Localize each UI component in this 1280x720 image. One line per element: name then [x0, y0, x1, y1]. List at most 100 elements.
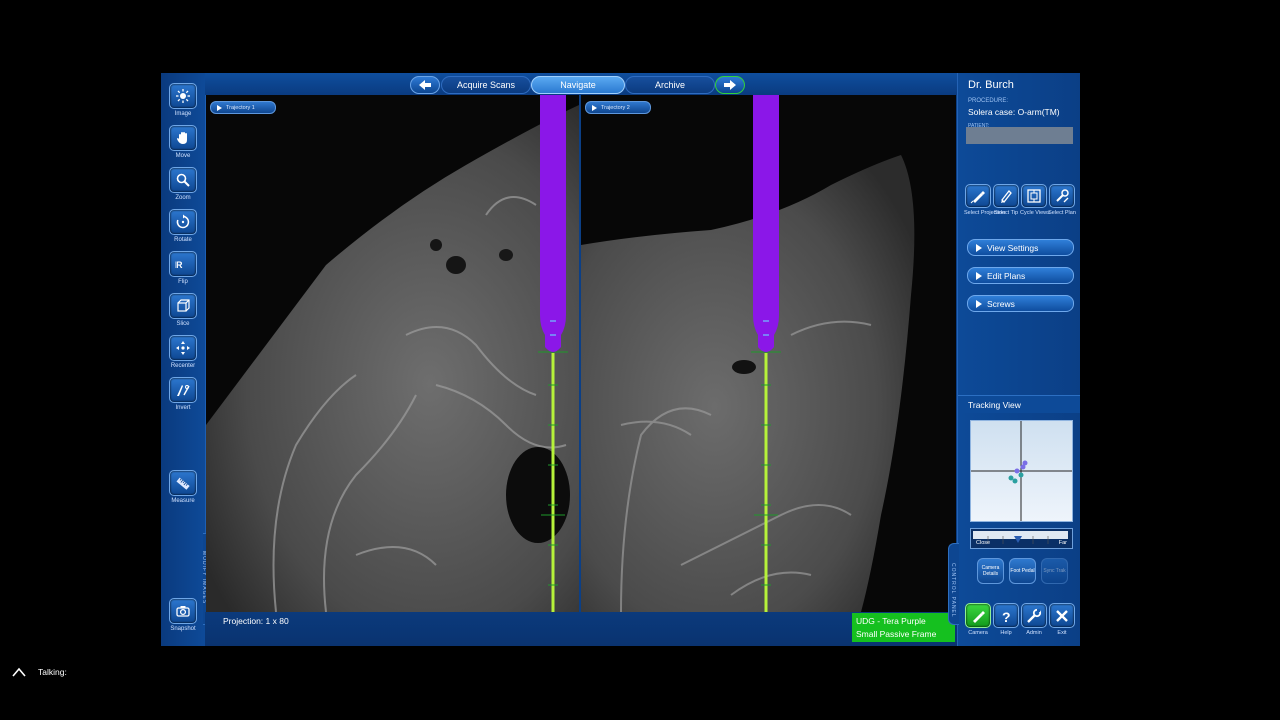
tab-navigate[interactable]: Navigate — [531, 76, 625, 94]
tool-image-label: Image — [174, 111, 192, 117]
tracker-frame: Small Passive Frame — [856, 629, 937, 639]
sun-icon — [176, 89, 190, 103]
tool-snapshot[interactable]: Snapshot — [165, 598, 201, 632]
invert-icon — [177, 385, 190, 396]
trajectory-2-button[interactable]: Trajectory 2 — [585, 101, 651, 114]
status-bar: Projection: 1 x 80 UDG - Tera Purple Sma… — [205, 612, 957, 646]
exit-label: Exit — [1057, 630, 1067, 636]
tool-flip-label: Flip — [178, 279, 188, 285]
arrow-left-icon — [419, 80, 431, 90]
cycle-views-tool[interactable]: Cycle Views — [1020, 184, 1050, 217]
edit-plans-button[interactable]: Edit Plans — [967, 267, 1074, 284]
top-navigation: Acquire Scans Navigate Archive — [205, 73, 957, 95]
procedure-value: Solera case: O-arm(TM) — [968, 107, 1060, 117]
doctor-name: Dr. Burch — [968, 79, 1014, 91]
sync-trak-button: Sync Trak — [1041, 558, 1068, 584]
tab-acquire-scans[interactable]: Acquire Scans — [441, 76, 531, 94]
wrench-icon — [1027, 608, 1042, 623]
help-icon: ? — [1002, 609, 1011, 624]
camera-probe-icon — [973, 610, 985, 623]
tracking-crosshair — [971, 421, 1072, 521]
distance-far-label: Far — [1058, 540, 1067, 546]
foot-pedal-button[interactable]: Foot Pedal — [1009, 558, 1036, 584]
rotate-icon — [176, 214, 190, 229]
svg-text:R: R — [176, 260, 183, 270]
tracking-view — [970, 420, 1073, 522]
svg-text:R: R — [175, 260, 176, 270]
control-panel: CONTROL PANEL Dr. Burch PROCEDURE: Soler… — [948, 73, 1080, 646]
pen-icon — [970, 191, 985, 204]
left-toolbar: Image Move Zoom Rotate RR Flip Slice Rec… — [161, 73, 206, 646]
svg-text:?: ? — [1002, 609, 1011, 624]
tracker-name: UDG - Tera Purple — [856, 616, 926, 626]
ct-scan-image-2 — [581, 95, 915, 612]
control-panel-label: CONTROL PANEL — [950, 563, 956, 618]
chevron-up-icon[interactable] — [12, 667, 26, 677]
camera-tool[interactable]: Camera — [964, 603, 992, 636]
tool-rotate[interactable]: Rotate — [165, 209, 201, 243]
camera-label: Camera — [968, 630, 988, 636]
wrench-plan-icon — [1056, 189, 1069, 203]
nav-forward-button[interactable] — [715, 76, 745, 94]
tool-invert[interactable]: Invert — [165, 377, 201, 411]
tracking-view-title: Tracking View — [958, 395, 1080, 413]
tool-measure-label: Measure — [171, 498, 195, 504]
tool-move[interactable]: Move — [165, 125, 201, 159]
tracked-markers — [1008, 460, 1028, 484]
camera-icon — [176, 606, 190, 617]
admin-tool[interactable]: Admin — [1020, 603, 1048, 636]
expand-icon — [976, 299, 982, 308]
camera-distance-bar: Close Far — [970, 528, 1073, 549]
trajectory-1-button[interactable]: Trajectory 1 — [210, 101, 276, 114]
view-settings-button[interactable]: View Settings — [967, 239, 1074, 256]
select-tip-label: Select Tip — [993, 210, 1019, 216]
cycle-views-label: Cycle Views — [1020, 210, 1050, 216]
screws-button[interactable]: Screws — [967, 295, 1074, 312]
tool-recenter[interactable]: Recenter — [165, 335, 201, 369]
tool-snapshot-label: Snapshot — [170, 626, 196, 632]
help-tool[interactable]: ? Help — [992, 603, 1020, 636]
navigation-app-window: Image Move Zoom Rotate RR Flip Slice Rec… — [161, 73, 1080, 646]
ruler-icon — [176, 477, 190, 490]
tool-measure[interactable]: Measure — [165, 470, 201, 504]
arrow-right-icon — [724, 80, 736, 90]
tool-zoom-label: Zoom — [175, 195, 191, 201]
close-icon — [1056, 609, 1068, 622]
select-plan-tool[interactable]: Select Plan — [1048, 184, 1076, 217]
cycle-views-icon — [1027, 189, 1041, 203]
select-plan-label: Select Plan — [1048, 210, 1076, 216]
tool-zoom[interactable]: Zoom — [165, 167, 201, 201]
select-projection-tool[interactable]: Select Projection — [964, 184, 1006, 217]
flip-icon: RR — [175, 260, 183, 270]
ct-scan-image-1 — [206, 95, 579, 612]
hand-icon — [177, 132, 187, 144]
distance-close-label: Close — [976, 540, 991, 546]
tool-image[interactable]: Image — [165, 83, 201, 117]
trajectory-1-viewport[interactable]: Trajectory 1 — [206, 95, 579, 612]
nav-back-button[interactable] — [410, 76, 440, 94]
tool-move-label: Move — [175, 153, 191, 159]
tool-slice[interactable]: Slice — [165, 293, 201, 327]
tool-flip[interactable]: RR Flip — [165, 251, 201, 285]
edit-plans-label: Edit Plans — [987, 270, 1026, 281]
tool-slice-label: Slice — [176, 321, 190, 327]
tip-icon — [1001, 190, 1012, 203]
instrument-probe-2 — [753, 95, 779, 352]
magnifier-icon — [176, 173, 190, 187]
screws-label: Screws — [987, 298, 1015, 309]
trajectory-1-label: Trajectory 1 — [226, 104, 255, 111]
recenter-icon — [176, 341, 190, 355]
select-projection-label: Select Projection — [964, 210, 1006, 216]
patient-field — [966, 127, 1073, 144]
camera-details-button[interactable]: Camera Details — [977, 558, 1004, 584]
tool-invert-label: Invert — [175, 405, 191, 411]
tab-archive[interactable]: Archive — [625, 76, 715, 94]
talking-bar[interactable]: Talking: — [12, 667, 67, 677]
play-icon — [217, 104, 222, 111]
select-tip-tool[interactable]: Select Tip — [992, 184, 1020, 217]
expand-icon — [976, 243, 982, 252]
trajectory-2-viewport[interactable]: Trajectory 2 — [581, 95, 956, 612]
tool-rotate-label: Rotate — [174, 237, 192, 243]
exit-tool[interactable]: Exit — [1048, 603, 1076, 636]
procedure-label: PROCEDURE: — [968, 98, 1009, 104]
